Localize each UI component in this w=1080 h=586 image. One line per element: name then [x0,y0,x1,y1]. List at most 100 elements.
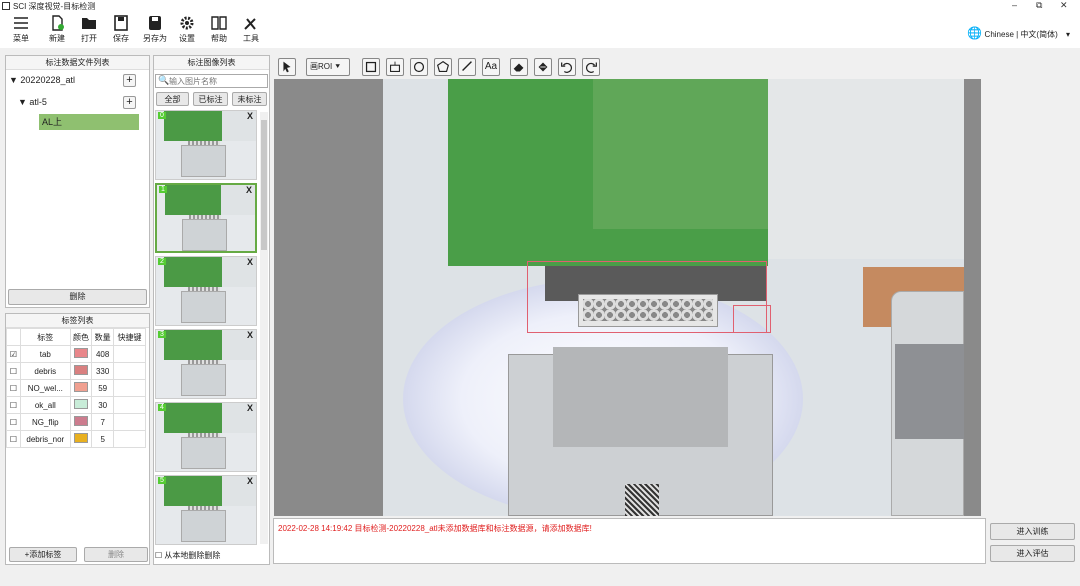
new-file-icon [52,15,64,31]
delete-local-checkbox[interactable]: ☐ 从本地删除删除 [155,550,220,561]
label-row[interactable]: ☑ tab 408 [6,345,146,363]
image-list-title: 标注图像列表 [154,56,269,70]
label-row[interactable]: ☐ debris_nor 5 [6,430,146,448]
thumbnail-scrollbar[interactable] [260,112,268,544]
roi-tool-button[interactable]: 画ROI ⯆ [306,58,350,76]
filter-all-button[interactable]: 全部 [156,92,189,106]
save-as-icon [149,16,161,30]
label-shortcut[interactable] [113,379,146,397]
new-button[interactable]: 新建 [42,15,72,47]
rectangle-icon [365,61,377,73]
window-title: SCI 深度视觉-目标检测 [13,2,96,11]
label-checkbox[interactable]: ☑ [10,350,17,359]
thumbnail-index: 3 [158,331,166,338]
add-label-button[interactable]: +添加标签 [9,547,77,562]
thumbnail-close-icon[interactable]: X [247,111,253,121]
label-shortcut[interactable] [113,362,146,380]
minimize-button[interactable]: – [1012,0,1017,10]
image-thumbnail[interactable]: 3X [155,329,257,399]
label-shortcut[interactable] [113,430,146,448]
delete-file-button[interactable]: 删除 [8,289,147,305]
thumbnail-close-icon[interactable]: X [247,257,253,267]
label-row[interactable]: ☐ NO_wel... 59 [6,379,146,397]
label-checkbox[interactable]: ☐ [10,384,17,393]
delete-label-button[interactable]: 删除 [84,547,148,562]
brush-tool-button[interactable] [458,58,476,76]
label-row[interactable]: ☐ debris 330 [6,362,146,380]
add-folder-button[interactable]: + [123,74,136,87]
image-thumbnail[interactable]: 2X [155,256,257,326]
polygon-tool-button[interactable] [434,58,452,76]
label-color-swatch[interactable] [73,433,88,443]
undo-button[interactable] [558,58,576,76]
bbox-debris[interactable] [733,305,771,333]
label-shortcut[interactable] [113,345,146,363]
tree-item-selected[interactable]: AL上 [39,114,139,130]
label-color-swatch[interactable] [73,365,88,375]
label-count: 5 [91,430,115,448]
save-button[interactable]: 保存 [106,15,136,47]
select-tool-button[interactable] [278,58,296,76]
eval-button[interactable]: 进入评估 [990,545,1075,562]
log-message: 2022-02-28 14:19:42 目标检测-20220228_atl未添加… [278,524,592,533]
label-row[interactable]: ☐ ok_all 30 [6,396,146,414]
roi-dropdown-icon: ⯆ [334,62,341,71]
image-thumbnail[interactable]: 0X [155,110,257,180]
settings-button[interactable]: 设置 [172,15,202,47]
restore-button[interactable]: ⧉ [1036,0,1042,11]
label-name: NO_wel... [20,379,71,397]
annotation-canvas[interactable] [274,79,981,516]
help-button[interactable]: 帮助 [204,15,234,47]
label-shortcut[interactable] [113,396,146,414]
filter-labeled-button[interactable]: 已标注 [193,92,228,106]
add-file-button[interactable]: + [123,96,136,109]
label-count: 30 [91,396,115,414]
close-button[interactable]: ✕ [1060,0,1068,11]
tree-item-folder[interactable]: ▼ atl-5 [18,97,47,107]
redo-button[interactable] [582,58,600,76]
image-thumbnail[interactable]: 1X [155,183,257,253]
label-color-swatch[interactable] [73,348,88,358]
thumbnail-close-icon[interactable]: X [246,185,252,195]
label-checkbox[interactable]: ☐ [10,435,17,444]
thumbnail-close-icon[interactable]: X [247,403,253,413]
circle-tool-button[interactable] [410,58,428,76]
thumbnail-close-icon[interactable]: X [247,476,253,486]
rotated-rect-tool-button[interactable] [386,58,404,76]
rect-tool-button[interactable] [362,58,380,76]
label-shortcut[interactable] [113,413,146,431]
thumbnail-close-icon[interactable]: X [247,330,253,340]
label-row[interactable]: ☐ NG_flip 7 [6,413,146,431]
image-search-box[interactable]: 🔍 [155,74,268,88]
filter-unlabeled-button[interactable]: 未标注 [232,92,267,106]
save-as-button[interactable]: 另存为 [140,15,170,47]
brush-icon [462,61,472,72]
label-count: 330 [91,362,115,380]
image-thumbnail[interactable]: 5X [155,475,257,545]
text-tool-button[interactable]: Aa [482,58,500,76]
tools-button[interactable]: 工具 [236,15,266,47]
language-selector[interactable]: 🌐 Chinese | 中文(简体) ▾ [967,26,1070,40]
pointer-icon [283,61,291,73]
tree-item-root[interactable]: ▼ 20220228_atl [9,75,75,85]
main-toolbar: 菜单 新建 打开 保存 另存为 设置 帮助 工具 🌐 Chinese | 中文(… [0,12,1080,48]
label-checkbox[interactable]: ☐ [10,367,17,376]
thumbnail-index: 5 [158,477,166,484]
fill-tool-button[interactable] [534,58,552,76]
label-color-swatch[interactable] [73,399,88,409]
open-button[interactable]: 打开 [74,15,104,47]
image-search-input[interactable] [169,76,267,87]
save-icon [114,15,128,31]
bbox-tab[interactable] [527,261,767,333]
image-thumbnail[interactable]: 4X [155,402,257,472]
label-checkbox[interactable]: ☐ [10,401,17,410]
file-list-panel: 标注数据文件列表 ▼ 20220228_atl + ▼ atl-5 + AL上 … [5,55,150,308]
text-icon: Aa [484,61,498,72]
thumbnail-index: 2 [158,258,166,265]
train-button[interactable]: 进入训练 [990,523,1075,540]
label-checkbox[interactable]: ☐ [10,418,17,427]
label-color-swatch[interactable] [73,382,88,392]
menu-button[interactable]: 菜单 [6,15,36,47]
label-color-swatch[interactable] [73,416,88,426]
eraser-tool-button[interactable] [510,58,528,76]
